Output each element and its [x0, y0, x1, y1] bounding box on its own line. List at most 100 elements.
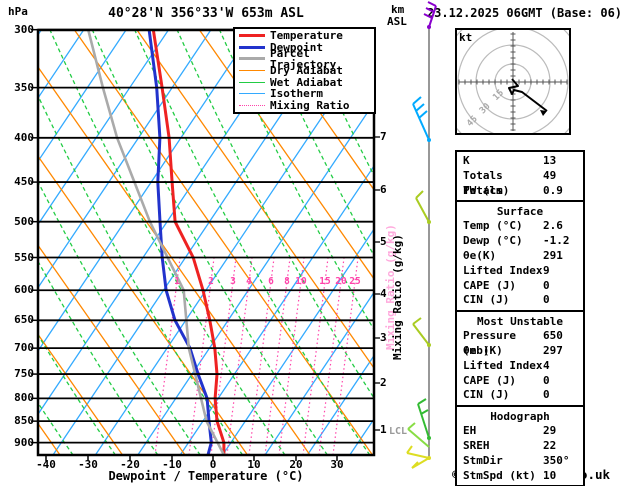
indices-section: Most Unstable Pressure (mb) 650 θe (K) 297 Li…: [455, 310, 585, 408]
indices-section: K 13 Totals Totals 49 PW (cm) 0.9: [455, 150, 585, 203]
legend-item: Temperature: [237, 30, 372, 42]
indices-row-label: θe(K): [463, 248, 497, 262]
indices-row-value: 350°: [543, 453, 570, 467]
hodograph-unit-label: kt: [459, 31, 473, 44]
indices-row: CAPE (J) 0: [457, 374, 583, 389]
indices-row: Dewp (°C) -1.2: [457, 234, 583, 249]
mixing-ratio-value-label: 15: [319, 276, 331, 287]
indices-row-value: 49: [543, 168, 557, 182]
legend-item: Parcel Trajectory: [237, 48, 372, 70]
legend-line-swatch: [239, 57, 265, 61]
indices-row-label: Pressure (mb): [463, 329, 516, 357]
mixing-ratio-value-label: 6: [268, 276, 274, 287]
indices-row-value: 22: [543, 438, 557, 452]
legend-line-swatch: [239, 81, 265, 83]
indices-row-label: PW (cm): [463, 183, 510, 197]
indices-row-label: CIN (J): [463, 388, 510, 402]
indices-row-value: 0: [543, 373, 550, 387]
indices-row-value: 29: [543, 424, 557, 438]
hodograph-plot: 153045: [439, 8, 587, 156]
indices-row-label: θe (K): [463, 343, 503, 357]
altitude-tick-label: 2: [380, 376, 387, 389]
legend-label: Dry Adiabat: [270, 64, 343, 78]
hodograph-ring-label: 30: [478, 102, 493, 117]
mixing-ratio-value-label: 10: [295, 276, 307, 287]
indices-row-value: 10: [543, 468, 557, 482]
indices-row-value: 297: [543, 343, 563, 357]
mixing-ratio-value-label: 1: [174, 276, 180, 287]
mixing-ratio-value-label: 25: [349, 276, 361, 287]
legend-item: Mixing Ratio: [237, 100, 372, 112]
indices-row-value: 0: [543, 293, 550, 307]
indices-row-label: CIN (J): [463, 293, 510, 307]
indices-row-value: 9: [543, 263, 550, 277]
temperature-curve: [151, 31, 226, 454]
indices-section: Surface Temp (°C) 2.6 Dewp (°C) -1.2 θe(K) 291…: [455, 200, 585, 313]
legend-line-swatch: [239, 34, 265, 38]
mixing-ratio-value-label: 2: [208, 276, 214, 287]
indices-row: θe(K) 291: [457, 249, 583, 264]
legend-line-swatch: [239, 70, 265, 72]
indices-row-label: Temp (°C): [463, 219, 523, 233]
indices-row: PW (cm) 0.9: [457, 184, 583, 199]
indices-row-label: SREH: [463, 438, 490, 452]
pressure-tick-label: 450: [14, 175, 34, 189]
indices-section-title: Most Unstable: [476, 315, 564, 329]
mixing-ratio-value-label: 3: [230, 276, 236, 287]
indices-row-label: Lifted Index: [463, 263, 543, 277]
legend-label: Wet Adiabat: [270, 75, 343, 89]
pressure-tick-label: 700: [14, 341, 34, 355]
temp-tick-label: -40: [36, 458, 56, 471]
indices-row: θe (K) 297: [457, 344, 583, 359]
indices-row: StmSpd (kt) 10: [457, 469, 583, 484]
hodograph-ring-label: 45: [465, 114, 480, 129]
pressure-tick-label: 750: [14, 367, 34, 381]
wind-barb: [423, 1, 437, 29]
temp-tick-label: -10: [162, 458, 182, 471]
indices-row-value: 13: [543, 154, 557, 167]
indices-section: Hodograph EH 29 SREH 22 StmDir 350° StmSpd (kt)…: [455, 405, 585, 486]
legend-label: Isotherm: [270, 87, 323, 101]
indices-row: K 13: [457, 154, 583, 169]
pressure-tick-label: 550: [14, 250, 34, 264]
altitude-tick-label: 7: [380, 130, 387, 143]
pressure-tick-label: 800: [14, 391, 34, 405]
indices-panel: K 13 Totals Totals 49 PW (cm) 0.9 Surface Temp …: [455, 150, 585, 486]
legend-item: Wet Adiabat: [237, 76, 372, 88]
legend-line-swatch: [239, 104, 265, 106]
mixing-ratio-value-label: 4: [246, 276, 252, 287]
pressure-tick-label: 850: [14, 414, 34, 428]
chart-legend: Temperature Dewpoint Parcel Trajectory Dry …: [233, 27, 376, 115]
altitude-tick-label: 1: [380, 423, 387, 436]
indices-row-label: CAPE (J): [463, 373, 516, 387]
indices-row-value: 0: [543, 388, 550, 402]
pressure-tick-label: 650: [14, 313, 34, 327]
temp-tick-label: 30: [330, 458, 344, 471]
hodograph-panel: 15 30 45: [439, 8, 587, 156]
legend-line-swatch: [239, 93, 265, 95]
indices-section-title: Surface: [496, 205, 544, 219]
temp-tick-label: -30: [78, 458, 98, 471]
indices-row-label: Dewp (°C): [463, 234, 523, 248]
indices-row-value: 2.6: [543, 219, 563, 233]
indices-section-title: Hodograph: [490, 410, 550, 424]
indices-row-value: 650: [543, 329, 563, 343]
indices-row: StmDir 350°: [457, 454, 583, 469]
pressure-tick-label: 500: [14, 214, 34, 228]
legend-line-swatch: [239, 45, 265, 49]
altitude-tick-label: 4: [380, 287, 387, 300]
legend-label: Mixing Ratio: [270, 98, 350, 112]
indices-row-value: -1.2: [543, 234, 570, 248]
indices-row-label: Lifted Index: [463, 358, 543, 372]
legend-label: Temperature: [270, 29, 343, 43]
altitude-tick-label: 3: [380, 331, 387, 344]
altitude-tick-label: 6: [380, 183, 387, 196]
indices-row: Lifted Index 9: [457, 264, 583, 279]
temp-tick-label: 10: [247, 458, 261, 471]
hodograph-ring-label: 15: [491, 88, 506, 103]
indices-row: SREH 22: [457, 439, 583, 454]
indices-row: EH 29: [457, 424, 583, 439]
indices-row-value: 291: [543, 248, 563, 262]
skewt-sounding-page: hPa 40°28'N 356°33'W 653m ASL km ASL 23.…: [0, 0, 629, 486]
indices-row-label: StmDir: [463, 453, 503, 467]
